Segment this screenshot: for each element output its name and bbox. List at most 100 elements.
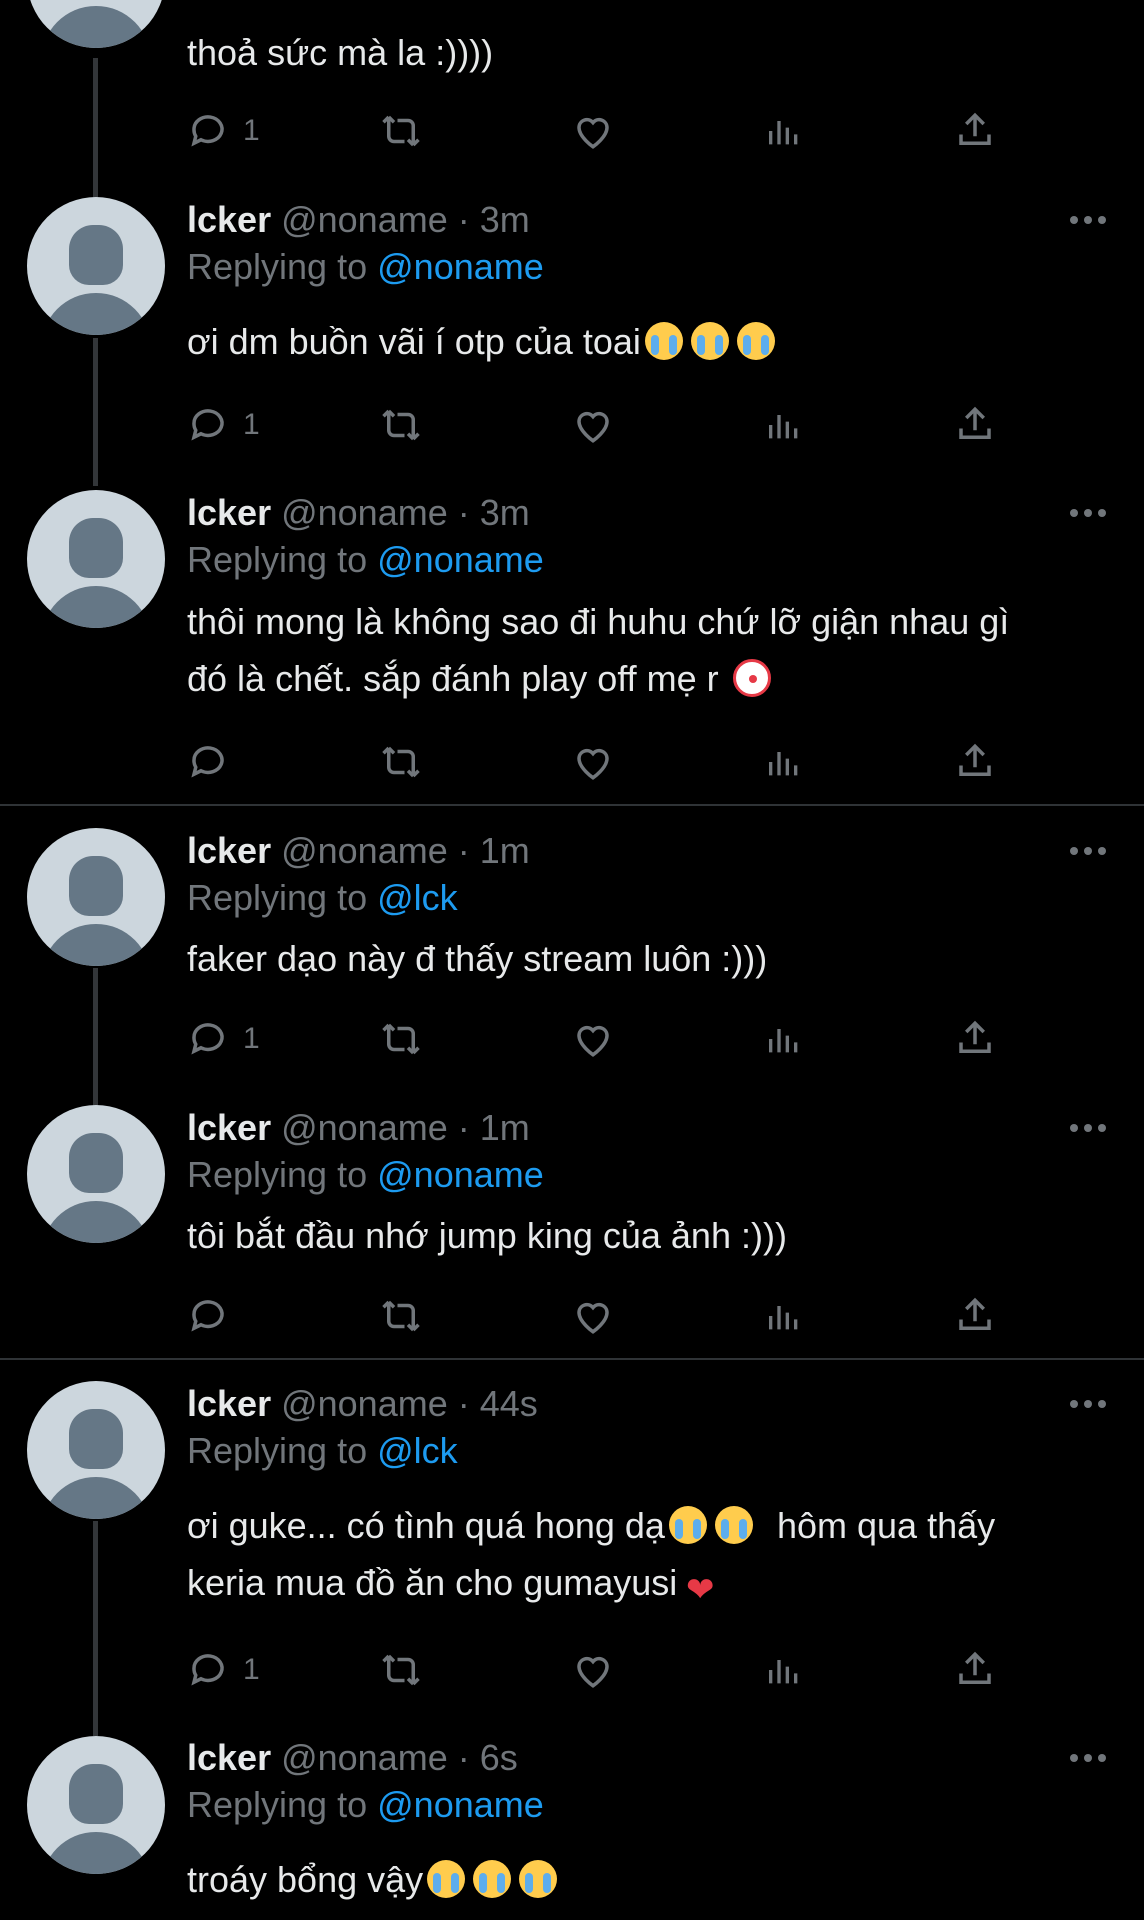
- user-handle[interactable]: @noname: [281, 492, 448, 533]
- crying-face-emoji: [519, 1860, 558, 1898]
- retweet-icon: [382, 115, 420, 147]
- clown-face-emoji: [732, 659, 771, 697]
- avatar[interactable]: [27, 828, 165, 966]
- tweet-text: troáy bổng vậy: [187, 1851, 1087, 1908]
- mention-link[interactable]: @noname: [377, 1154, 544, 1195]
- crying-face-emoji: [473, 1860, 512, 1898]
- tweet-text: tôi bắt đầu nhớ jump king của ảnh :))): [187, 1215, 787, 1256]
- display-name[interactable]: lcker: [187, 492, 271, 533]
- user-handle[interactable]: @noname: [281, 1737, 448, 1778]
- reply-count: 1: [243, 1653, 260, 1686]
- user-handle[interactable]: @noname: [281, 199, 448, 240]
- display-name[interactable]: lcker: [187, 1107, 271, 1148]
- reply-icon: [191, 746, 224, 778]
- reply-icon: [191, 1654, 224, 1686]
- crying-face-emoji: [714, 1506, 753, 1544]
- tweet-header: lcker @noname · 3m: [187, 492, 530, 533]
- tweet-header: lcker @noname · 6s: [187, 1737, 518, 1778]
- bar-chart-icon: [769, 752, 798, 776]
- user-handle[interactable]: @noname: [281, 830, 448, 871]
- tweet-actions: 1: [0, 1645, 1144, 1695]
- crying-face-emoji: [427, 1860, 466, 1898]
- timestamp[interactable]: 1m: [480, 830, 530, 871]
- reply-icon: [191, 115, 224, 147]
- share-icon: [959, 1297, 991, 1330]
- avatar[interactable]: [27, 490, 165, 628]
- timestamp[interactable]: 6s: [480, 1737, 518, 1778]
- replying-to: Replying to @noname: [187, 246, 544, 287]
- heart-icon: [577, 1025, 609, 1057]
- avatar[interactable]: [27, 0, 165, 48]
- tweet-header: lcker @noname · 44s: [187, 1383, 538, 1424]
- timestamp[interactable]: 3m: [480, 492, 530, 533]
- mention-link[interactable]: @noname: [377, 539, 544, 580]
- tweet-text: faker dạo này đ thấy stream luôn :))): [187, 938, 768, 979]
- mention-link[interactable]: @lck: [377, 877, 458, 918]
- avatar[interactable]: [27, 1736, 165, 1874]
- tweet-header: lcker @noname · 3m: [187, 199, 530, 240]
- retweet-icon: [382, 1654, 420, 1686]
- more-options-icon[interactable]: [1070, 1124, 1106, 1136]
- avatar[interactable]: [27, 197, 165, 335]
- timestamp[interactable]: 44s: [480, 1383, 538, 1424]
- heart-icon: [577, 748, 609, 780]
- share-icon: [959, 1020, 991, 1053]
- reply-count: 1: [243, 114, 260, 147]
- more-options-icon[interactable]: [1070, 509, 1106, 521]
- mention-link[interactable]: @noname: [377, 1784, 544, 1825]
- reply-icon: [191, 1300, 224, 1332]
- tweet-header: lcker @noname · 1m: [187, 830, 530, 871]
- bar-chart-icon: [769, 121, 798, 145]
- avatar[interactable]: [27, 1105, 165, 1243]
- heart-icon: [577, 117, 609, 149]
- more-options-icon[interactable]: [1070, 1754, 1106, 1766]
- heart-on-fire-emoji: ❤: [686, 1571, 715, 1609]
- tweet-text: thôi mong là không sao đi huhu chứ lỡ gi…: [187, 601, 1010, 699]
- display-name[interactable]: lcker: [187, 199, 271, 240]
- reply-count: 1: [243, 408, 260, 441]
- replying-to: Replying to @noname: [187, 1784, 544, 1825]
- retweet-icon: [382, 409, 420, 441]
- share-icon: [959, 743, 991, 776]
- crying-face-emoji: [668, 1506, 707, 1544]
- reply-icon: [191, 409, 224, 441]
- reply-icon: [191, 1023, 224, 1055]
- display-name[interactable]: lcker: [187, 1737, 271, 1778]
- bar-chart-icon: [769, 1306, 798, 1330]
- thread-line: [93, 1521, 98, 1736]
- user-handle[interactable]: @noname: [281, 1107, 448, 1148]
- tweet-actions: [0, 1291, 1144, 1341]
- tweet-actions: 1: [0, 106, 1144, 156]
- retweet-icon: [382, 746, 420, 778]
- heart-icon: [577, 1656, 609, 1688]
- replying-to: Replying to @lck: [187, 877, 458, 918]
- display-name[interactable]: lcker: [187, 830, 271, 871]
- mention-link[interactable]: @lck: [377, 1430, 458, 1471]
- more-options-icon[interactable]: [1070, 1400, 1106, 1412]
- mention-link[interactable]: @noname: [377, 246, 544, 287]
- avatar[interactable]: [27, 1381, 165, 1519]
- more-options-icon[interactable]: [1070, 847, 1106, 859]
- share-icon: [959, 406, 991, 439]
- bar-chart-icon: [769, 1660, 798, 1684]
- tweet-actions: 1: [0, 400, 1144, 450]
- tweet-text: ơi guke... có tình quá hong dạ hôm qua t…: [187, 1505, 996, 1609]
- heart-icon: [577, 411, 609, 443]
- user-handle[interactable]: @noname: [281, 1383, 448, 1424]
- crying-face-emoji: [644, 322, 683, 360]
- timestamp[interactable]: 1m: [480, 1107, 530, 1148]
- share-icon: [959, 112, 991, 145]
- timestamp[interactable]: 3m: [480, 199, 530, 240]
- retweet-icon: [382, 1023, 420, 1055]
- crying-face-emoji: [690, 322, 729, 360]
- replying-to: Replying to @noname: [187, 1154, 544, 1195]
- replying-to: Replying to @noname: [187, 539, 544, 580]
- replying-to: Replying to @lck: [187, 1430, 458, 1471]
- more-options-icon[interactable]: [1070, 216, 1106, 228]
- display-name[interactable]: lcker: [187, 1383, 271, 1424]
- tweet-text: ơi dm buồn vãi í otp của toai: [187, 313, 1087, 370]
- crying-face-emoji: [736, 322, 775, 360]
- tweet-header: lcker @noname · 1m: [187, 1107, 530, 1148]
- tweet-actions: 1: [0, 1014, 1144, 1064]
- tweet-actions: [0, 737, 1144, 787]
